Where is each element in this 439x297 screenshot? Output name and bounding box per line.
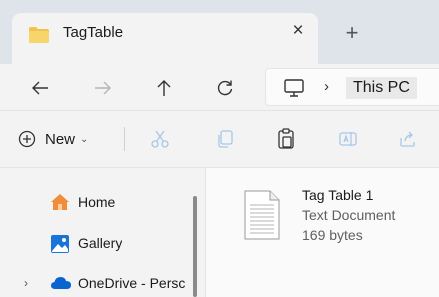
close-tab-button[interactable]: × <box>286 19 310 43</box>
copy-button[interactable] <box>211 125 239 153</box>
scissors-icon <box>151 130 169 148</box>
file-item[interactable]: Tag Table 1 Text Document 169 bytes <box>242 184 432 254</box>
title-bar: TagTable × + <box>0 0 439 64</box>
tab-tagtable[interactable]: TagTable × <box>12 13 318 64</box>
copy-icon <box>218 130 233 148</box>
paste-button[interactable] <box>272 125 300 153</box>
toolbar-separator <box>124 127 125 151</box>
breadcrumb-separator: › <box>324 78 329 95</box>
file-size: 169 bytes <box>302 227 363 243</box>
sidebar-scrollbar[interactable] <box>193 196 197 297</box>
back-button[interactable] <box>24 72 56 104</box>
computer-icon <box>283 78 305 103</box>
clipboard-icon <box>278 128 294 149</box>
arrow-left-icon <box>32 81 48 95</box>
sidebar-item-label: Home <box>78 194 116 210</box>
rename-button[interactable] <box>334 125 362 153</box>
sidebar-item-home[interactable]: Home <box>0 188 190 218</box>
home-icon <box>50 193 70 216</box>
breadcrumb-this-pc[interactable]: This PC <box>346 77 417 99</box>
chevron-down-icon: ⌄ <box>80 133 89 145</box>
file-type: Text Document <box>302 207 396 223</box>
command-toolbar: New ⌄ <box>0 111 439 167</box>
share-button[interactable] <box>394 125 422 153</box>
sidebar-item-onedrive[interactable]: › OneDrive - Persc <box>0 269 190 297</box>
sidebar-item-gallery[interactable]: Gallery <box>0 229 190 259</box>
sidebar-item-label: OneDrive - Persc <box>78 275 186 291</box>
rename-icon <box>339 132 357 146</box>
file-name: Tag Table 1 <box>302 187 374 203</box>
tab-title: TagTable <box>63 24 124 41</box>
plus-circle-icon <box>18 130 36 148</box>
new-button-label: New <box>45 130 76 148</box>
arrow-up-icon <box>157 80 171 96</box>
cut-button[interactable] <box>146 125 174 153</box>
refresh-icon <box>217 80 233 96</box>
chevron-right-icon[interactable]: › <box>24 276 28 290</box>
new-button[interactable]: New ⌄ <box>18 125 88 153</box>
address-bar[interactable]: › This PC <box>265 68 439 106</box>
navigation-pane: Home Gallery › OneDrive - Persc <box>0 168 205 297</box>
sidebar-item-label: Gallery <box>78 235 123 251</box>
arrow-right-icon <box>95 81 111 95</box>
forward-button[interactable] <box>87 72 119 104</box>
navigation-bar: › This PC <box>0 64 439 110</box>
folder-icon <box>28 26 50 49</box>
gallery-icon <box>50 234 70 259</box>
share-icon <box>400 131 415 147</box>
text-document-icon <box>242 190 282 245</box>
cloud-icon <box>50 276 72 295</box>
up-button[interactable] <box>148 72 180 104</box>
new-tab-button[interactable]: + <box>337 18 367 48</box>
refresh-button[interactable] <box>209 72 241 104</box>
file-list: Tag Table 1 Text Document 169 bytes <box>206 168 439 297</box>
